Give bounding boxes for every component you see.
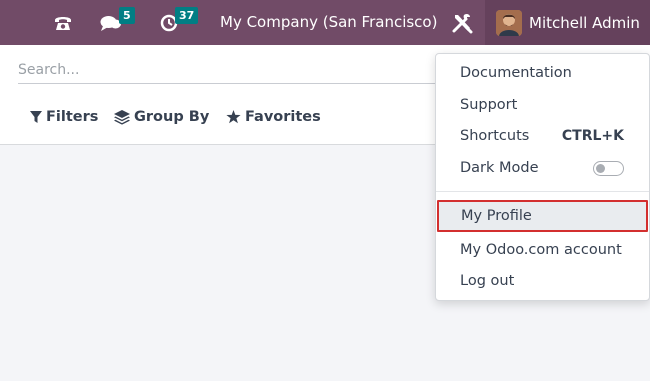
menu-item-support[interactable]: Support [436,89,649,121]
layers-icon [114,109,130,125]
filter-icon [30,110,42,123]
menu-item-label: Documentation [460,65,572,81]
menu-item-label: Support [460,97,518,113]
filters-button[interactable]: Filters [30,105,98,129]
menu-item-dark-mode[interactable]: Dark Mode [436,152,649,184]
user-menu-button[interactable]: Mitchell Admin [485,0,650,45]
activities-count-badge: 37 [175,7,199,24]
menu-item-log-out[interactable]: Log out [436,265,649,297]
menu-item-label: Log out [460,273,515,289]
tools-icon[interactable] [448,0,476,45]
menu-item-my-profile[interactable]: My Profile [437,200,648,232]
menu-item-label: My Profile [461,208,532,224]
group-by-button[interactable]: Group By [114,105,209,129]
menu-item-label: Dark Mode [460,160,539,176]
company-switcher[interactable]: My Company (San Francisco) [220,0,437,45]
user-dropdown-menu: Documentation Support Shortcuts CTRL+K D… [435,53,650,301]
phone-icon[interactable] [50,0,76,45]
star-icon [226,110,241,124]
search-input[interactable] [18,57,448,83]
menu-item-documentation[interactable]: Documentation [436,57,649,89]
menu-divider [436,191,649,192]
messages-count-badge: 5 [119,7,135,24]
top-navbar: 5 37 My Company (San Francisco) Mitchell… [0,0,650,45]
toggle-knob [596,164,605,173]
search-bar [18,57,448,84]
menu-item-odoo-account[interactable]: My Odoo.com account [436,234,649,266]
user-name: Mitchell Admin [529,13,640,32]
menu-item-shortcuts[interactable]: Shortcuts CTRL+K [436,120,649,152]
group-by-label: Group By [134,109,210,125]
favorites-button[interactable]: Favorites [226,105,321,129]
avatar [496,9,522,36]
menu-item-label: My Odoo.com account [460,242,622,258]
favorites-label: Favorites [245,109,321,125]
menu-item-label: Shortcuts [460,128,530,144]
filters-label: Filters [46,109,99,125]
shortcut-hint: CTRL+K [561,128,624,144]
dark-mode-toggle[interactable] [593,161,624,176]
